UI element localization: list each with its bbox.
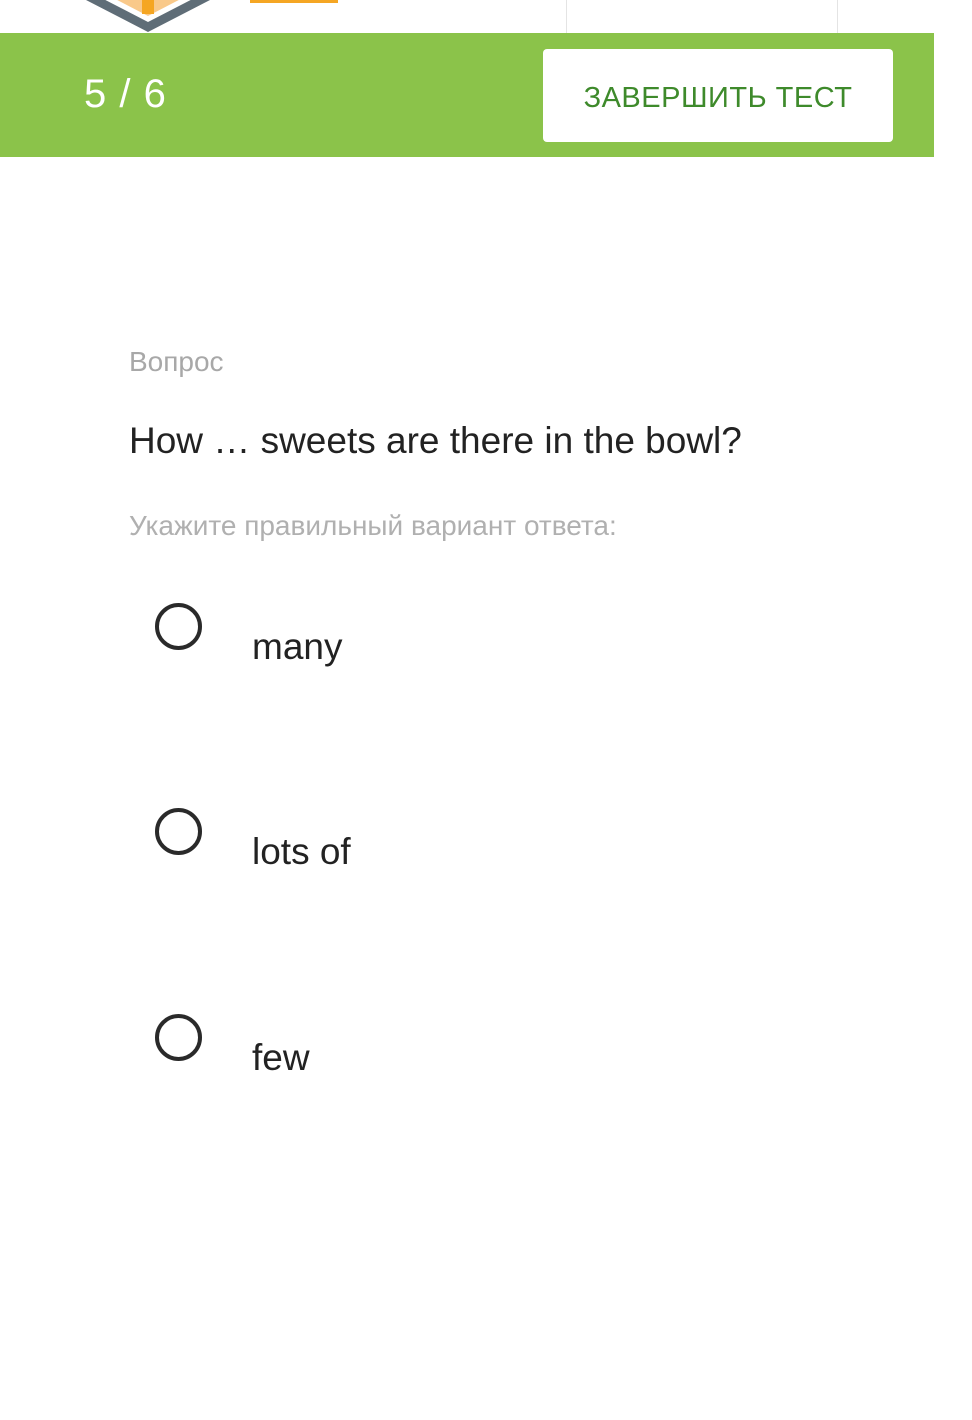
finish-test-button[interactable]: ЗАВЕРШИТЬ ТЕСТ: [543, 49, 893, 142]
site-header: [0, 0, 972, 34]
answer-option-label: lots of: [252, 831, 351, 872]
question-label: Вопрос: [129, 346, 224, 377]
radio-button[interactable]: [155, 808, 202, 855]
radio-button[interactable]: [155, 1014, 202, 1061]
answer-option-label: many: [252, 626, 343, 667]
answer-option-many[interactable]: many: [150, 603, 850, 723]
cube-logo-icon[interactable]: [84, 0, 212, 34]
answer-option-lots-of[interactable]: lots of: [150, 808, 850, 928]
answer-option-label: few: [252, 1037, 310, 1078]
answer-option-few[interactable]: few: [150, 1014, 850, 1134]
header-accent-bar: [250, 0, 338, 3]
answer-hint: Укажите правильный вариант ответа:: [129, 510, 617, 541]
radio-button[interactable]: [155, 603, 202, 650]
question-counter: 5 / 6: [84, 72, 167, 116]
question-text: How … sweets are there in the bowl?: [129, 420, 742, 461]
header-divider: [837, 0, 838, 34]
header-divider: [566, 0, 567, 34]
